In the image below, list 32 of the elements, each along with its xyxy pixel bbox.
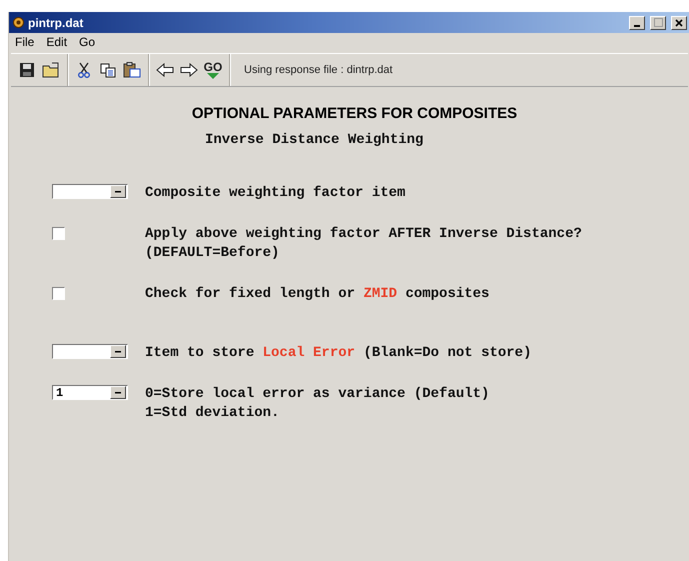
status-text: Using response file : dintrp.dat: [243, 64, 393, 76]
clipboard-icon: [123, 62, 141, 78]
page-subheading: Inverse Distance Weighting: [205, 132, 424, 148]
dropdown[interactable]: [52, 184, 128, 199]
close-icon: [675, 18, 683, 26]
right-arrow-icon: [180, 63, 198, 77]
checkbox[interactable]: [52, 287, 65, 300]
option-label: 0=Store local error as variance (Default) 1=Std deviation.: [145, 385, 490, 423]
app-icon: [12, 16, 25, 29]
minimize-icon: [634, 24, 640, 26]
maximize-button[interactable]: [650, 16, 666, 30]
minimize-button[interactable]: [629, 16, 645, 30]
menu-item[interactable]: Go: [79, 35, 96, 49]
option-label: Check for fixed length or ZMID composites: [145, 285, 490, 304]
page-heading: OPTIONAL PARAMETERS FOR COMPOSITES: [190, 105, 518, 122]
checkbox[interactable]: [52, 227, 65, 240]
window-title: pintrp.dat: [28, 16, 84, 30]
close-button[interactable]: [671, 16, 687, 30]
folder-icon: [42, 62, 60, 78]
left-arrow-icon: [156, 63, 174, 77]
menu-item[interactable]: Edit: [46, 35, 68, 49]
down-triangle-icon: [206, 72, 219, 78]
option-label: Apply above weighting factor AFTER Inverse Distance? (DEFAULT=Before): [145, 225, 582, 263]
dropdown[interactable]: [52, 344, 128, 359]
menu-item[interactable]: File: [15, 35, 34, 49]
dropdown[interactable]: 1: [52, 385, 128, 400]
copy-icon: [100, 62, 116, 78]
option-label: Item to store Local Error (Blank=Do not store): [145, 344, 532, 363]
option-label: Composite weighting factor item: [145, 184, 406, 203]
maximize-icon: [654, 18, 662, 27]
go-button[interactable]: GO: [203, 59, 223, 81]
scissors-icon: [78, 62, 90, 78]
